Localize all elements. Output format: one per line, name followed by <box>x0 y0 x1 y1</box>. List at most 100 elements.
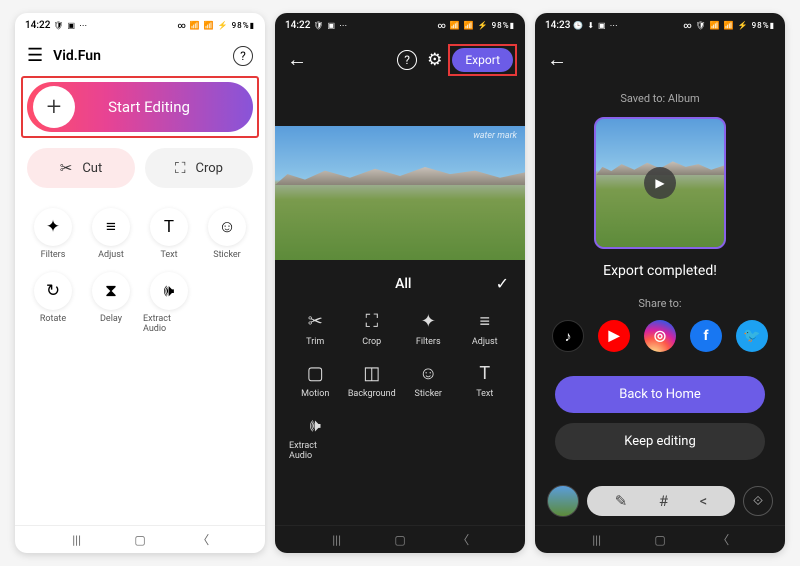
preview-mountains <box>275 167 525 185</box>
etool-label: Extract Audio <box>289 441 342 461</box>
share-instagram-icon[interactable]: ◎ <box>644 320 676 352</box>
recent-thumbnail[interactable] <box>547 485 579 517</box>
etool-label: Trim <box>306 337 324 347</box>
status-icons-left: 🕒 ⬇ ▣ ⋯ <box>573 21 618 30</box>
crop-label: Crop <box>196 161 223 176</box>
nav-back-icon[interactable]: 〈 <box>455 532 471 548</box>
extract-audio-icon: 🕪 <box>310 415 321 436</box>
filters-icon: ✦ <box>34 208 72 246</box>
etool-extract-audio[interactable]: 🕪 Extract Audio <box>289 415 342 461</box>
status-time: 14:22 <box>285 20 310 31</box>
nav-back-icon[interactable]: 〈 <box>195 532 211 548</box>
back-home-label: Back to Home <box>619 387 701 402</box>
etool-label: Crop <box>362 337 381 347</box>
trim-icon: ✂ <box>308 311 323 332</box>
tool-rotate[interactable]: ↻Rotate <box>27 272 79 334</box>
share-youtube-icon[interactable]: ▶ <box>598 320 630 352</box>
share-tiktok-icon[interactable]: ♪ <box>552 320 584 352</box>
status-icons-left: 🛡 ▣ ⋯ <box>53 21 88 30</box>
nav-recent-icon[interactable]: ||| <box>329 532 345 548</box>
tool-label: Filters <box>41 250 66 260</box>
back-icon[interactable]: ← <box>287 47 307 72</box>
share-facebook-icon[interactable]: f <box>690 320 722 352</box>
tool-delay[interactable]: ⧗ Delay <box>85 272 137 334</box>
filters-icon: ✦ <box>421 311 436 332</box>
keep-editing-label: Keep editing <box>624 434 696 449</box>
motion-icon: ▢ <box>307 363 324 384</box>
adjust-icon: ≡ <box>92 208 130 246</box>
etool-filters[interactable]: ✦ Filters <box>402 311 455 347</box>
etool-adjust[interactable]: ≡Adjust <box>459 311 512 347</box>
tool-adjust[interactable]: ≡ Adjust <box>85 208 137 260</box>
nav-recent-icon[interactable]: ||| <box>69 532 85 548</box>
hashtag-icon[interactable]: # <box>659 492 668 510</box>
menu-icon[interactable]: ☰ <box>27 45 43 66</box>
crop-button[interactable]: ⛶ Crop <box>145 148 253 188</box>
tool-sticker[interactable]: ☺ Sticker <box>201 208 253 260</box>
nav-home-icon[interactable]: ▢ <box>652 532 668 548</box>
edit-icon[interactable]: ✎ <box>615 492 628 510</box>
etool-background[interactable]: ◫ Background <box>346 363 399 399</box>
nav-back-icon[interactable]: 〈 <box>715 532 731 548</box>
floating-action-icon[interactable]: ⟐ <box>743 486 773 516</box>
export-header: ← <box>535 37 785 82</box>
video-preview[interactable]: water mark <box>275 126 525 260</box>
etool-label: Sticker <box>415 389 442 399</box>
etool-trim[interactable]: ✂ Trim <box>289 311 342 347</box>
status-time: 14:23 <box>545 20 570 31</box>
tool-label: Sticker <box>213 250 240 260</box>
screen-export-done: 14:23 🕒 ⬇ ▣ ⋯ ∞ 🛡 📶 📶 ⚡ 98%▮ ← Saved to:… <box>535 13 785 553</box>
etool-sticker[interactable]: ☺Sticker <box>402 363 455 399</box>
scissors-icon: ✂ <box>60 159 73 177</box>
status-icons-right: ∞ 📶 📶 ⚡ 98%▮ <box>177 21 255 30</box>
nav-home-icon[interactable]: ▢ <box>392 532 408 548</box>
etool-label: Background <box>348 389 396 399</box>
help-icon[interactable]: ? <box>397 50 417 70</box>
share-icon[interactable]: < <box>700 492 708 510</box>
tool-label: Text <box>160 250 177 260</box>
etool-motion[interactable]: ▢Motion <box>289 363 342 399</box>
start-editing-button[interactable]: + Start Editing <box>27 82 253 132</box>
bottom-action-bar: ✎ # < ⟐ <box>535 477 785 525</box>
export-button[interactable]: Export <box>452 48 513 72</box>
tool-filters[interactable]: ✦ Filters <box>27 208 79 260</box>
etool-crop[interactable]: ⛶ Crop <box>346 311 399 347</box>
system-nav-bar: ||| ▢ 〈 <box>535 525 785 553</box>
cut-label: Cut <box>82 161 102 176</box>
bottom-pill: ✎ # < <box>587 486 735 516</box>
confirm-icon[interactable]: ✓ <box>496 274 509 293</box>
cut-button[interactable]: ✂ Cut <box>27 148 135 188</box>
gear-icon[interactable]: ⚙ <box>427 50 442 70</box>
etool-label: Filters <box>416 337 441 347</box>
sticker-icon: ☺ <box>208 208 246 246</box>
start-editing-label: Start Editing <box>75 98 253 116</box>
delay-icon: ⧗ <box>92 272 130 310</box>
share-twitter-icon[interactable]: 🐦 <box>736 320 768 352</box>
back-icon[interactable]: ← <box>547 47 567 72</box>
help-icon[interactable]: ? <box>233 46 253 66</box>
nav-recent-icon[interactable]: ||| <box>589 532 605 548</box>
tool-label: Extract Audio <box>143 314 195 334</box>
crop-icon: ⛶ <box>365 311 378 332</box>
tool-label: Adjust <box>98 250 124 260</box>
tools-grid: ✦ Filters ≡ Adjust TText ☺ Sticker ↻Rotate ⧗ Dela… <box>15 196 265 346</box>
back-to-home-button[interactable]: Back to Home <box>555 376 765 413</box>
etool-text[interactable]: TText <box>459 363 512 399</box>
tool-extract-audio[interactable]: 🕪 Extract Audio <box>143 272 195 334</box>
saved-to-text: Saved to: Album <box>620 92 699 105</box>
tab-all[interactable]: All <box>311 276 496 292</box>
adjust-icon: ≡ <box>479 311 490 332</box>
keep-editing-button[interactable]: Keep editing <box>555 423 765 460</box>
tool-text[interactable]: TText <box>143 208 195 260</box>
exported-video-thumbnail[interactable]: ▶ <box>594 117 726 249</box>
background-icon: ◫ <box>363 363 380 384</box>
nav-home-icon[interactable]: ▢ <box>132 532 148 548</box>
etool-label: Text <box>476 389 493 399</box>
tool-label: Delay <box>100 314 122 324</box>
screen-editor: 14:22 🛡 ▣ ⋯ ∞ 📶 📶 ⚡ 98%▮ ← ? ⚙ Export <box>275 13 525 553</box>
app-header: ☰ Vid.Fun ? <box>15 37 265 74</box>
tool-label: Rotate <box>40 314 66 324</box>
editor-header: ← ? ⚙ Export <box>275 37 525 82</box>
share-row: ♪ ▶ ◎ f 🐦 <box>552 320 768 352</box>
extract-audio-icon: 🕪 <box>150 272 188 310</box>
